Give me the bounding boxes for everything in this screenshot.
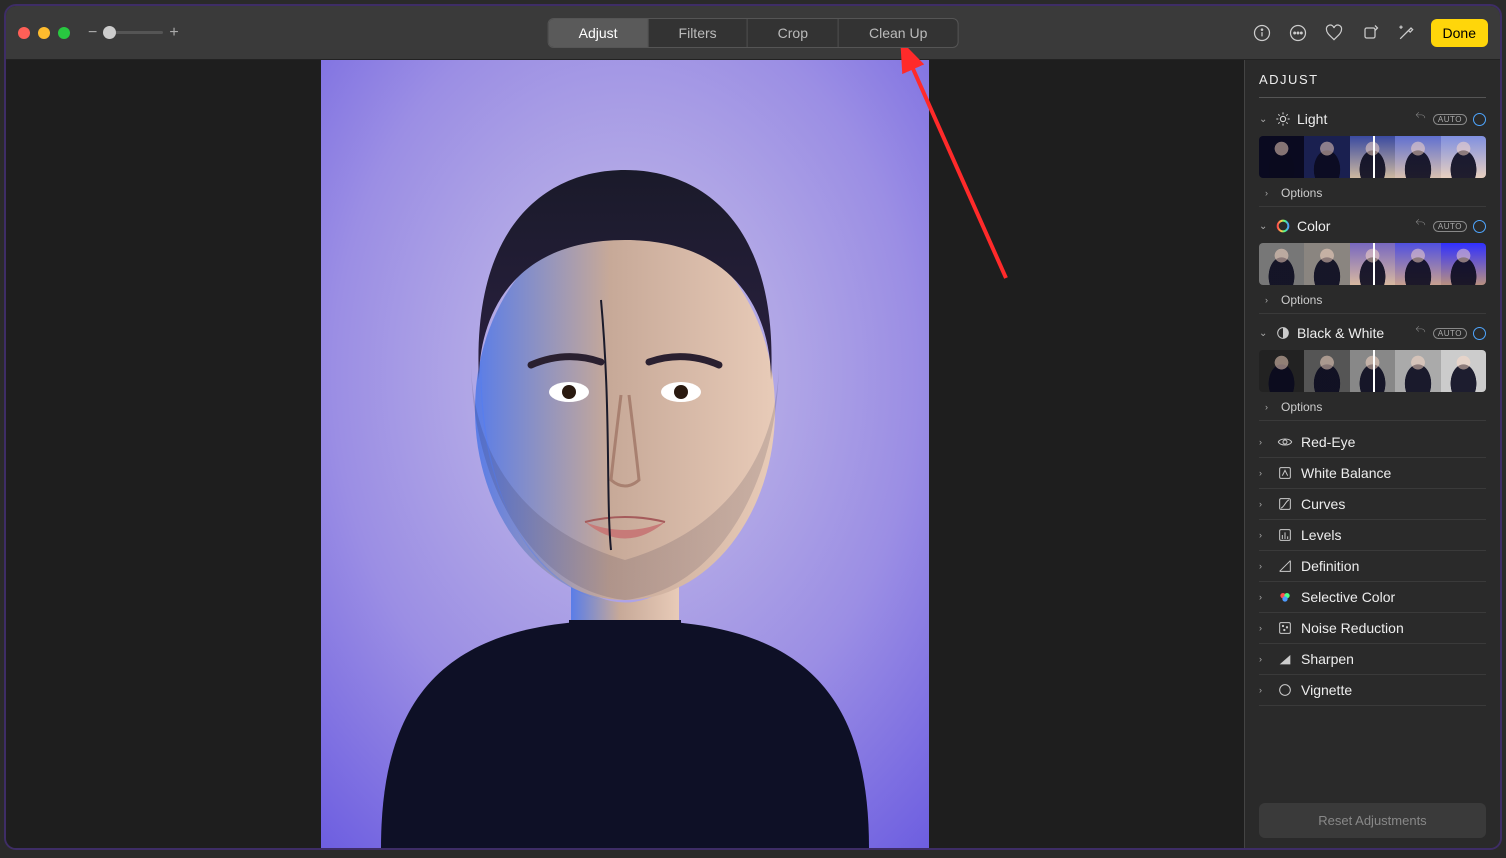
tab-adjust[interactable]: Adjust — [549, 19, 649, 47]
section-header-color[interactable]: ⌄ Color AUTO — [1259, 213, 1486, 239]
auto-button-light[interactable]: AUTO — [1433, 114, 1467, 125]
chevron-right-icon: › — [1259, 499, 1269, 509]
noise-icon — [1277, 620, 1293, 636]
section-name-light: Light — [1297, 111, 1327, 127]
fullscreen-window-button[interactable] — [58, 27, 70, 39]
heart-icon[interactable] — [1323, 22, 1345, 44]
toolbar: − + Adjust Filters Crop Clean Up — [6, 6, 1500, 60]
section-name-redeye: Red-Eye — [1301, 434, 1355, 450]
rotate-icon[interactable] — [1359, 22, 1381, 44]
section-vignette[interactable]: › Vignette — [1259, 675, 1486, 706]
wb-icon — [1277, 465, 1293, 481]
sidebar-title: ADJUST — [1259, 72, 1486, 98]
section-name-color: Color — [1297, 218, 1330, 234]
section-header-bw[interactable]: ⌄ Black & White AUTO — [1259, 320, 1486, 346]
done-button[interactable]: Done — [1431, 19, 1488, 47]
section-noise[interactable]: › Noise Reduction — [1259, 613, 1486, 644]
section-name-bw: Black & White — [1297, 325, 1384, 341]
undo-icon[interactable] — [1414, 217, 1427, 235]
section-wb[interactable]: › White Balance — [1259, 458, 1486, 489]
auto-enhance-icon[interactable] — [1395, 22, 1417, 44]
chevron-right-icon: › — [1259, 561, 1269, 571]
section-definition[interactable]: › Definition — [1259, 551, 1486, 582]
chevron-right-icon: › — [1265, 402, 1275, 412]
info-icon[interactable] — [1251, 22, 1273, 44]
section-curves[interactable]: › Curves — [1259, 489, 1486, 520]
mode-tabs: Adjust Filters Crop Clean Up — [548, 18, 959, 48]
chevron-right-icon: › — [1259, 468, 1269, 478]
auto-button-color[interactable]: AUTO — [1433, 221, 1467, 232]
section-sharpen[interactable]: › Sharpen — [1259, 644, 1486, 675]
section-redeye[interactable]: › Red-Eye — [1259, 427, 1486, 458]
section-header-light[interactable]: ⌄ Light AUTO — [1259, 106, 1486, 132]
close-window-button[interactable] — [18, 27, 30, 39]
color-thumbnails[interactable] — [1259, 243, 1486, 285]
zoom-in-icon[interactable]: + — [169, 24, 178, 42]
chevron-down-icon: ⌄ — [1259, 328, 1269, 339]
chevron-right-icon: › — [1259, 530, 1269, 540]
section-name-sharpen: Sharpen — [1301, 651, 1354, 667]
undo-icon[interactable] — [1414, 324, 1427, 342]
section-color: ⌄ Color AUTO — [1259, 213, 1486, 314]
zoom-slider[interactable]: − + — [88, 24, 179, 42]
undo-icon[interactable] — [1414, 110, 1427, 128]
chevron-right-icon: › — [1259, 685, 1269, 695]
section-name-selcolor: Selective Color — [1301, 589, 1395, 605]
sharpen-icon — [1277, 651, 1293, 667]
selcolor-icon — [1277, 589, 1293, 605]
zoom-thumb[interactable] — [103, 26, 116, 39]
reset-adjustments-button[interactable]: Reset Adjustments — [1259, 803, 1486, 838]
chevron-down-icon: ⌄ — [1259, 221, 1269, 232]
section-levels[interactable]: › Levels — [1259, 520, 1486, 551]
auto-button-bw[interactable]: AUTO — [1433, 328, 1467, 339]
section-selcolor[interactable]: › Selective Color — [1259, 582, 1486, 613]
options-bw[interactable]: › Options — [1259, 396, 1486, 414]
toggle-ring-light[interactable] — [1473, 113, 1486, 126]
more-icon[interactable] — [1287, 22, 1309, 44]
light-thumbnails[interactable] — [1259, 136, 1486, 178]
bw-icon — [1275, 325, 1291, 341]
toggle-ring-bw[interactable] — [1473, 327, 1486, 340]
section-light: ⌄ Light AUTO — [1259, 106, 1486, 207]
section-name-wb: White Balance — [1301, 465, 1391, 481]
minimize-window-button[interactable] — [38, 27, 50, 39]
section-name-definition: Definition — [1301, 558, 1359, 574]
bw-thumbnails[interactable] — [1259, 350, 1486, 392]
tab-filters[interactable]: Filters — [649, 19, 748, 47]
zoom-out-icon[interactable]: − — [88, 24, 97, 42]
tab-cleanup[interactable]: Clean Up — [839, 19, 957, 47]
light-icon — [1275, 111, 1291, 127]
section-name-levels: Levels — [1301, 527, 1341, 543]
levels-icon — [1277, 527, 1293, 543]
app-window: − + Adjust Filters Crop Clean Up — [4, 4, 1502, 850]
chevron-right-icon: › — [1259, 654, 1269, 664]
chevron-right-icon: › — [1259, 623, 1269, 633]
zoom-track[interactable] — [103, 31, 163, 34]
section-name-noise: Noise Reduction — [1301, 620, 1404, 636]
vignette-icon — [1277, 682, 1293, 698]
chevron-right-icon: › — [1265, 188, 1275, 198]
section-bw: ⌄ Black & White AUTO — [1259, 320, 1486, 421]
adjust-sidebar: ADJUST ⌄ Light AUTO — [1244, 60, 1500, 848]
chevron-right-icon: › — [1259, 592, 1269, 602]
tab-crop[interactable]: Crop — [748, 19, 839, 47]
chevron-right-icon: › — [1259, 437, 1269, 447]
toggle-ring-color[interactable] — [1473, 220, 1486, 233]
image-canvas[interactable] — [6, 60, 1244, 848]
window-controls — [18, 27, 70, 39]
section-name-curves: Curves — [1301, 496, 1345, 512]
definition-icon — [1277, 558, 1293, 574]
chevron-right-icon: › — [1265, 295, 1275, 305]
options-color[interactable]: › Options — [1259, 289, 1486, 307]
section-name-vignette: Vignette — [1301, 682, 1352, 698]
redeye-icon — [1277, 434, 1293, 450]
options-light[interactable]: › Options — [1259, 182, 1486, 200]
edited-photo — [321, 60, 929, 848]
toolbar-right: Done — [1251, 19, 1488, 47]
color-icon — [1275, 218, 1291, 234]
curves-icon — [1277, 496, 1293, 512]
content-area: ADJUST ⌄ Light AUTO — [6, 60, 1500, 848]
chevron-down-icon: ⌄ — [1259, 114, 1269, 125]
